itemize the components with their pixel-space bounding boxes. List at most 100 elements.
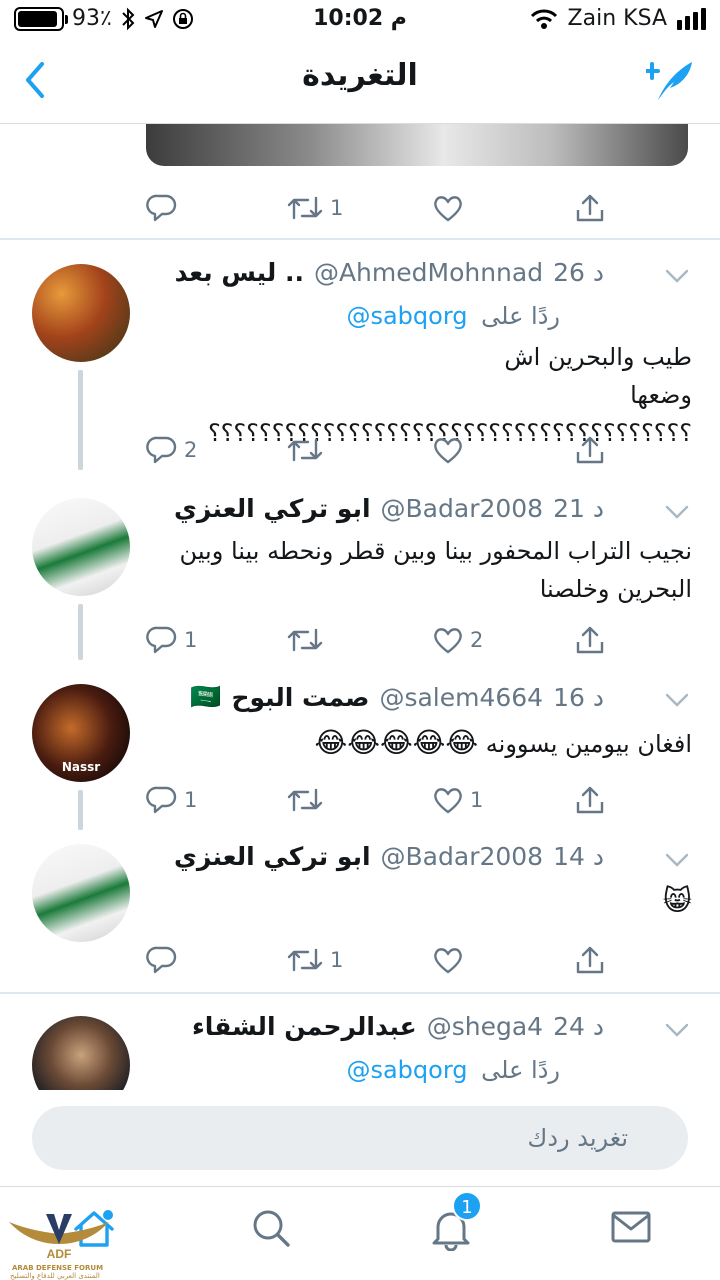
reply-button[interactable]	[146, 940, 178, 980]
divider	[0, 238, 720, 240]
user-name[interactable]: ليس بعد ..	[175, 258, 304, 287]
notifications-tab[interactable]: 1	[430, 1191, 482, 1255]
tweet-header: 🇸🇦 صمت البوح @salem4664 16 د	[190, 682, 604, 712]
search-icon[interactable]	[250, 1207, 292, 1249]
share-icon	[576, 946, 604, 974]
tweet-header: ليس بعد .. @AhmedMohnnad 26 د	[175, 258, 604, 287]
heart-icon	[434, 948, 462, 974]
avatar[interactable]	[32, 844, 130, 942]
tweet-media-image[interactable]	[146, 124, 688, 166]
thread-line	[78, 604, 83, 660]
tweet-time: 24 د	[553, 1012, 604, 1041]
like-button[interactable]	[432, 188, 464, 228]
retweet-icon	[287, 438, 323, 462]
chevron-down-icon[interactable]	[664, 1020, 690, 1040]
retweet-count: 1	[330, 196, 344, 220]
top-tweet-actions: 1	[146, 188, 626, 228]
page-title: التغريدة	[302, 58, 418, 93]
share-icon	[576, 626, 604, 654]
avatar[interactable]	[32, 498, 130, 596]
user-handle[interactable]: @Badar2008	[381, 494, 544, 523]
reply-icon	[146, 436, 177, 464]
tweet-header: ابو تركي العنزي @Badar2008 21 د	[174, 494, 604, 523]
status-bar: 93٪ 10:02 م Zain KSA	[0, 0, 720, 40]
share-icon	[576, 786, 604, 814]
wifi-icon	[530, 9, 557, 29]
status-right: Zain KSA	[530, 6, 706, 31]
avatar[interactable]	[32, 264, 130, 362]
reply-context: ردًا على @sabqorg	[346, 302, 560, 330]
user-name[interactable]: عبدالرحمن الشقاء	[192, 1012, 417, 1041]
reply-count: 2	[184, 438, 198, 462]
tweet-actions: 1 1	[146, 780, 626, 820]
reply-input[interactable]: تغريد ردك	[32, 1106, 688, 1170]
user-handle[interactable]: @AhmedMohnnad	[314, 258, 543, 287]
chevron-down-icon[interactable]	[664, 690, 690, 710]
divider	[0, 992, 720, 994]
user-name[interactable]: ابو تركي العنزي	[174, 842, 371, 871]
tweet-feed[interactable]: 1 ليس بعد .. @AhmedMohnnad 26 د ردًا على…	[0, 124, 720, 1090]
share-button[interactable]	[574, 188, 606, 228]
avatar[interactable]: Nassr	[32, 684, 130, 782]
watermark-subtitle: المنتدى العربي للدفاع والتسليح	[10, 1272, 100, 1280]
reply-to-label: ردًا على	[481, 1056, 560, 1084]
chevron-down-icon[interactable]	[664, 502, 690, 522]
avatar-caption: Nassr	[61, 760, 101, 774]
reply-button[interactable]: 1	[146, 780, 197, 820]
tweet-header: عبدالرحمن الشقاء @shega4 24 د	[192, 1012, 604, 1041]
reply-button[interactable]: 2	[146, 430, 197, 470]
user-handle[interactable]: @salem4664	[379, 683, 543, 712]
reply-count: 1	[184, 628, 198, 652]
user-handle[interactable]: @Badar2008	[381, 842, 544, 871]
like-count: 1	[470, 788, 484, 812]
forum-watermark: ADF ARAB DEFENSE FORUM المنتدى العربي لل…	[4, 1204, 122, 1280]
tweet-actions: 1 2	[146, 620, 626, 660]
retweet-count: 1	[330, 948, 344, 972]
tweet-text: افغان بيومين يسوونه 😂😂😂😂😂	[152, 724, 692, 763]
tweet-actions: 1	[146, 940, 626, 980]
like-button[interactable]	[432, 430, 464, 470]
reply-icon	[146, 786, 177, 814]
tweet-text-line: نجيب التراب المحفور بينا وبين قطر ونحطه …	[179, 537, 692, 565]
retweet-button[interactable]: 1	[286, 188, 343, 228]
tweet-text-line: افغان بيومين يسوونه	[485, 730, 692, 758]
tweet-text: 😸	[152, 882, 692, 921]
share-icon	[576, 194, 604, 222]
compose-tweet-icon[interactable]	[646, 56, 696, 106]
share-button[interactable]	[574, 940, 606, 980]
heart-icon	[434, 628, 462, 654]
thread-line	[78, 370, 83, 470]
tweet-time: 16 د	[553, 682, 604, 712]
share-button[interactable]	[574, 430, 606, 470]
retweet-button[interactable]	[286, 620, 324, 660]
share-button[interactable]	[574, 620, 606, 660]
nav-header: التغريدة	[0, 40, 720, 124]
reply-button[interactable]: 1	[146, 620, 197, 660]
avatar[interactable]	[32, 1016, 130, 1090]
retweet-button[interactable]	[286, 780, 324, 820]
tweet-text-line: طيب والبحرين اش	[504, 343, 692, 371]
mention-link[interactable]: @sabqorg	[346, 1056, 467, 1084]
heart-icon	[434, 196, 462, 222]
chevron-down-icon[interactable]	[664, 850, 690, 870]
chevron-down-icon[interactable]	[664, 266, 690, 286]
share-button[interactable]	[574, 780, 606, 820]
forum-logo-icon: ADF	[9, 1214, 109, 1261]
reply-placeholder: تغريد ردك	[527, 1124, 628, 1152]
user-name[interactable]: ابو تركي العنزي	[174, 494, 371, 523]
like-button[interactable]	[432, 940, 464, 980]
retweet-icon	[287, 628, 323, 652]
like-button[interactable]: 2	[432, 620, 483, 660]
user-handle[interactable]: @shega4	[427, 1012, 543, 1041]
tweet-actions: 2	[146, 430, 626, 470]
mail-icon[interactable]	[610, 1207, 652, 1247]
user-name[interactable]: صمت البوح	[231, 683, 369, 712]
retweet-button[interactable]	[286, 430, 324, 470]
like-button[interactable]: 1	[432, 780, 483, 820]
heart-icon	[434, 438, 462, 464]
reply-icon	[146, 946, 177, 974]
cat-emoji: 😸	[662, 884, 692, 917]
retweet-button[interactable]: 1	[286, 940, 343, 980]
reply-button[interactable]	[146, 188, 178, 228]
mention-link[interactable]: @sabqorg	[346, 302, 467, 330]
